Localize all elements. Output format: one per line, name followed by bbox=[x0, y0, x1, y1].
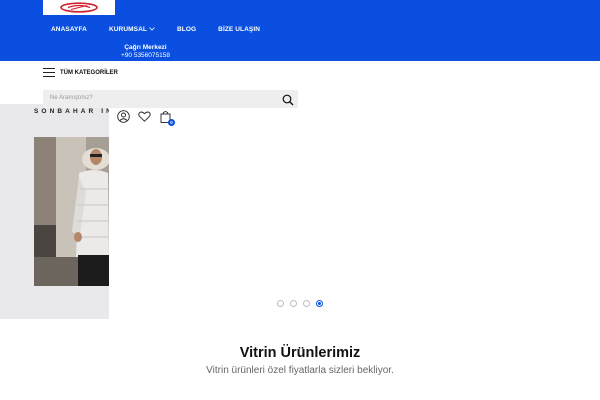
slider-pagination bbox=[277, 300, 323, 307]
search-bar[interactable]: Ne Aramıştınız? bbox=[43, 90, 298, 108]
all-categories-label: TÜM KATEGORİLER bbox=[60, 69, 118, 76]
nav-item-label: ANASAYFA bbox=[51, 26, 87, 33]
cart-count-badge: 0 bbox=[168, 119, 175, 126]
nav-item-corporate[interactable]: KURUMSAL bbox=[109, 26, 155, 33]
all-categories-button[interactable]: TÜM KATEGORİLER bbox=[43, 68, 118, 77]
hero-photo-illustration bbox=[34, 137, 109, 286]
nav-item-contact[interactable]: BİZE ULAŞIN bbox=[218, 26, 260, 33]
bag-icon[interactable]: 0 bbox=[159, 110, 175, 126]
nav-item-label: BİZE ULAŞIN bbox=[218, 26, 261, 33]
hamburger-icon bbox=[43, 68, 55, 77]
nav-item-label: KURUMSAL bbox=[108, 26, 147, 33]
showcase-title: Vitrin Ürünlerimiz bbox=[239, 345, 361, 361]
slider-dot[interactable] bbox=[303, 300, 310, 307]
nav-item-blog[interactable]: BLOG bbox=[177, 26, 196, 33]
hero-title: SONBAHAR İN bbox=[34, 108, 109, 115]
chevron-down-icon bbox=[149, 26, 155, 33]
search-icon[interactable] bbox=[282, 93, 294, 111]
page: ANASAYFA KURUMSAL BLOG BİZE ULAŞIN Çağrı… bbox=[0, 0, 600, 400]
nav-item-home[interactable]: ANASAYFA bbox=[51, 26, 87, 33]
call-center-title: Çağrı Merkezi bbox=[124, 44, 167, 51]
main-nav: ANASAYFA KURUMSAL BLOG BİZE ULAŞIN bbox=[51, 26, 282, 33]
call-center-phone[interactable]: +90 5356075158 bbox=[121, 52, 170, 60]
call-center: Çağrı Merkezi +90 5356075158 bbox=[121, 44, 170, 60]
search-input[interactable]: Ne Aramıştınız? bbox=[50, 95, 93, 101]
hero-product-image[interactable] bbox=[34, 137, 109, 286]
heart-icon[interactable] bbox=[138, 110, 151, 123]
logo-mark-icon bbox=[60, 2, 98, 13]
header-bar: ANASAYFA KURUMSAL BLOG BİZE ULAŞIN Çağrı… bbox=[0, 0, 600, 61]
site-logo[interactable] bbox=[43, 0, 115, 15]
user-icon[interactable] bbox=[117, 110, 130, 123]
slider-dot-active[interactable] bbox=[316, 300, 323, 307]
slider-dot[interactable] bbox=[277, 300, 284, 307]
user-actions: 0 bbox=[117, 110, 175, 126]
showcase-subtitle: Vitrin ürünleri özel fiyatlarla sizleri … bbox=[206, 365, 394, 376]
nav-item-label: BLOG bbox=[176, 26, 197, 33]
slider-dot[interactable] bbox=[290, 300, 297, 307]
